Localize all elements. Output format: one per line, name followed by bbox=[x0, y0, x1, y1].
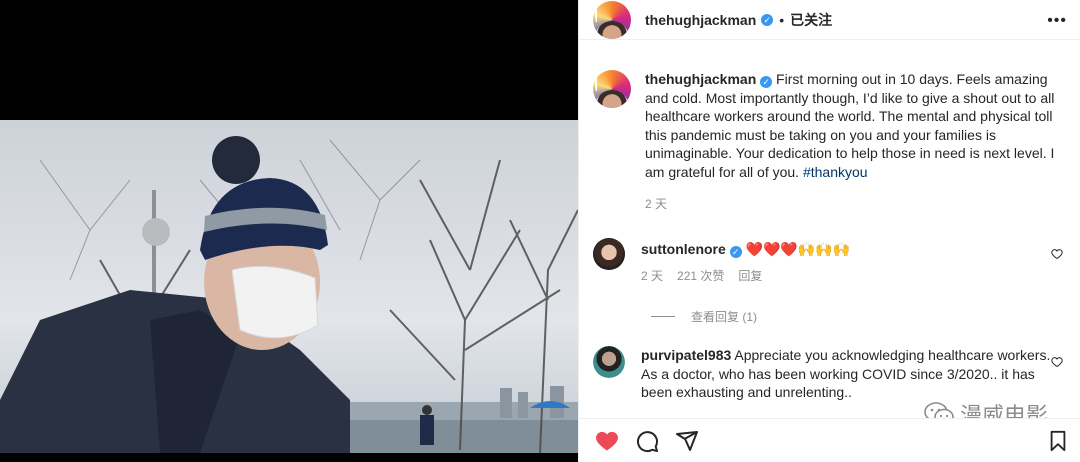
caption-username[interactable]: thehughjackman bbox=[645, 71, 756, 87]
action-bar bbox=[579, 418, 1080, 462]
post-photo bbox=[0, 120, 578, 453]
post-time[interactable]: 2 天 bbox=[645, 195, 1069, 212]
more-icon[interactable]: ••• bbox=[1047, 12, 1067, 30]
caption-text-block: thehughjackman ✓ First morning out in 10… bbox=[645, 70, 1069, 181]
separator-dot: • bbox=[779, 11, 785, 28]
post-detail-panel: thehughjackman ✓ • 已关注 ••• thehughjackma… bbox=[578, 0, 1080, 462]
bookmark-icon[interactable] bbox=[1047, 430, 1069, 452]
comment-likes[interactable]: 221 次赞 bbox=[677, 267, 724, 286]
comment-reply-button[interactable]: 回复 bbox=[738, 267, 762, 286]
comment-time[interactable]: 2 天 bbox=[641, 267, 663, 286]
verified-badge-icon: ✓ bbox=[760, 76, 773, 88]
caption-avatar[interactable] bbox=[593, 70, 631, 108]
comment-icon[interactable] bbox=[635, 429, 659, 453]
comment-item: purvipatel983 Appreciate you acknowledgi… bbox=[593, 346, 1069, 402]
comment-avatar[interactable] bbox=[593, 346, 625, 378]
hashtag-link[interactable]: #thankyou bbox=[803, 164, 868, 180]
view-replies-label: 查看回复 (1) bbox=[691, 310, 758, 324]
comment-text: ❤️❤️❤️🙌🙌🙌 bbox=[745, 241, 851, 257]
author-username[interactable]: thehughjackman bbox=[645, 12, 756, 28]
view-replies-button[interactable]: 查看回复 (1) bbox=[651, 308, 757, 325]
comment-meta: 2 天 221 次赞 回复 bbox=[641, 267, 1051, 286]
comment-username[interactable]: suttonlenore bbox=[641, 241, 726, 257]
heart-filled-icon[interactable] bbox=[595, 429, 619, 453]
post-caption: thehughjackman ✓ First morning out in 10… bbox=[593, 70, 1069, 212]
share-icon[interactable] bbox=[675, 429, 699, 453]
follow-state-button[interactable]: 已关注 bbox=[790, 10, 832, 30]
comment-avatar[interactable] bbox=[593, 238, 625, 270]
author-avatar[interactable] bbox=[593, 0, 631, 39]
post-media[interactable] bbox=[0, 0, 578, 462]
post-header: thehughjackman ✓ • 已关注 ••• bbox=[579, 0, 1080, 40]
comment-username[interactable]: purvipatel983 bbox=[641, 347, 731, 363]
comment-like-icon[interactable] bbox=[1051, 248, 1063, 260]
comment-item: suttonlenore ✓ ❤️❤️❤️🙌🙌🙌 2 天 221 次赞 回复 bbox=[593, 238, 1069, 285]
verified-badge-icon: ✓ bbox=[729, 246, 742, 258]
verified-badge-icon: ✓ bbox=[761, 13, 774, 26]
comment-like-icon[interactable] bbox=[1051, 356, 1063, 368]
replies-divider bbox=[651, 316, 675, 317]
